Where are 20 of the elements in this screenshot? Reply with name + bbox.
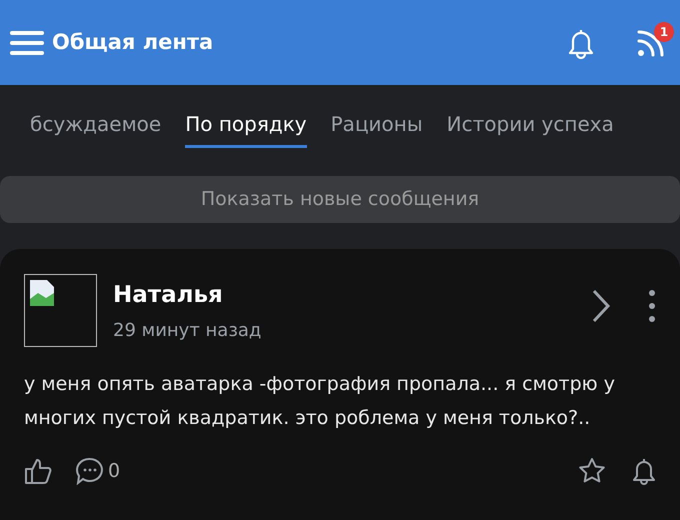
star-icon[interactable] (578, 457, 606, 486)
broken-image-icon (29, 279, 55, 307)
more-icon[interactable] (648, 289, 656, 323)
like-icon[interactable] (24, 457, 52, 486)
notification-badge: 1 (654, 22, 674, 42)
tab[interactable]: бсуждаемое (30, 100, 162, 148)
post-time: 29 минут назад (113, 318, 262, 342)
show-new-messages-button[interactable]: Показать новые сообщения (0, 176, 680, 223)
comment-icon[interactable] (76, 457, 104, 486)
menu-icon[interactable] (10, 30, 44, 56)
post-text: у меня опять аватарка -фотография пропала... я смотрю у многих пустой квадратик. это роблема у меня только?.. (24, 372, 616, 431)
page-title: Общая лента (52, 28, 214, 56)
author-name[interactable]: Наталья (113, 278, 262, 312)
chevron-right-icon[interactable] (590, 288, 612, 324)
tab[interactable]: По порядку (185, 100, 307, 148)
rss-icon[interactable] (636, 28, 666, 58)
comment-count: 0 (108, 459, 120, 484)
bell-icon[interactable] (632, 457, 656, 486)
tab[interactable]: Рационы (330, 100, 423, 148)
tab[interactable]: Истории успеха (446, 100, 614, 148)
